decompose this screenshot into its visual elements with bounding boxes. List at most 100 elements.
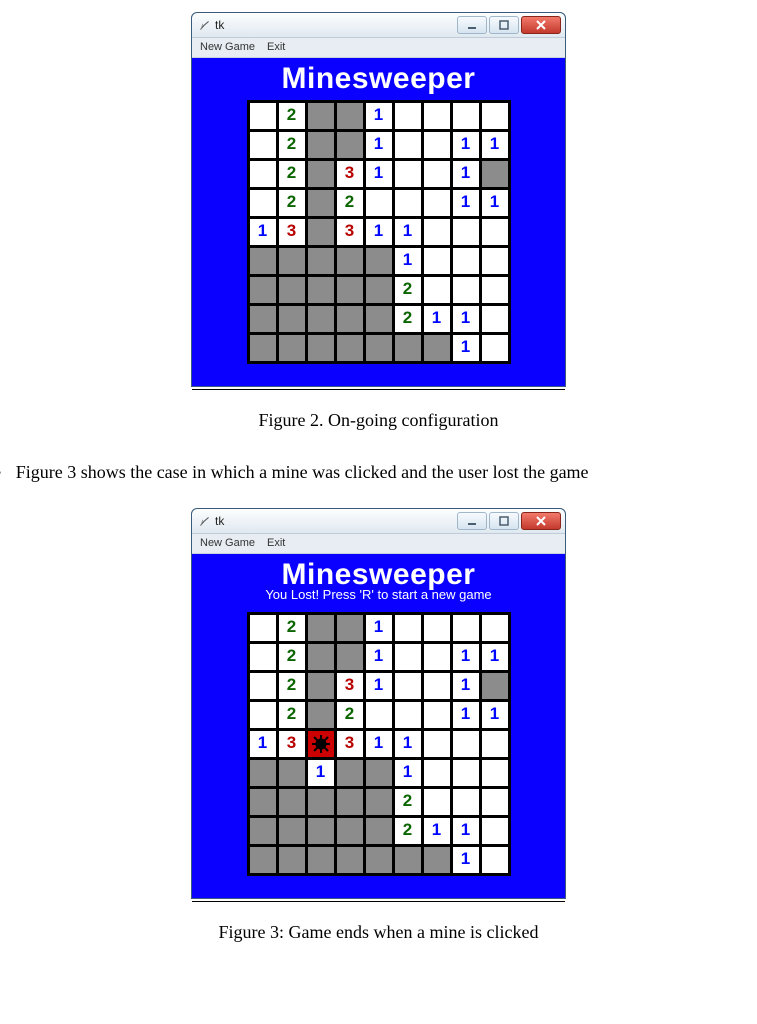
board-cell[interactable]: 3	[337, 731, 363, 757]
board-cell[interactable]	[250, 789, 276, 815]
board-cell[interactable]	[250, 702, 276, 728]
board-cell[interactable]	[250, 644, 276, 670]
board-cell[interactable]	[337, 644, 363, 670]
board-cell[interactable]	[482, 731, 508, 757]
board-cell[interactable]	[337, 306, 363, 332]
menu-new-game[interactable]: New Game	[200, 40, 255, 55]
board-cell[interactable]: 1	[395, 248, 421, 274]
board-cell[interactable]: 1	[453, 132, 479, 158]
board-cell[interactable]	[308, 644, 334, 670]
board-cell[interactable]	[250, 335, 276, 361]
board-cell[interactable]	[366, 248, 392, 274]
board-cell[interactable]: 1	[453, 335, 479, 361]
board-cell[interactable]	[279, 789, 305, 815]
minesweeper-board[interactable]: 2121112311221113311122111	[250, 103, 508, 361]
board-cell[interactable]: 2	[395, 306, 421, 332]
board-cell[interactable]: 1	[453, 673, 479, 699]
board-cell[interactable]	[482, 219, 508, 245]
board-cell[interactable]: 1	[482, 702, 508, 728]
board-cell[interactable]	[482, 335, 508, 361]
board-cell[interactable]: 3	[337, 219, 363, 245]
board-cell[interactable]: 3	[279, 731, 305, 757]
board-cell[interactable]	[337, 760, 363, 786]
board-cell[interactable]	[424, 673, 450, 699]
board-cell[interactable]	[308, 818, 334, 844]
board-cell[interactable]	[482, 161, 508, 187]
board-cell[interactable]	[308, 277, 334, 303]
board-cell[interactable]: 1	[366, 731, 392, 757]
board-cell[interactable]	[308, 673, 334, 699]
board-cell[interactable]	[424, 760, 450, 786]
board-cell[interactable]: 2	[279, 673, 305, 699]
board-cell[interactable]	[482, 760, 508, 786]
board-cell[interactable]: 1	[453, 161, 479, 187]
board-cell[interactable]	[337, 103, 363, 129]
board-cell[interactable]	[482, 306, 508, 332]
board-cell[interactable]: 1	[453, 190, 479, 216]
board-cell[interactable]	[366, 847, 392, 873]
board-cell[interactable]	[424, 190, 450, 216]
board-cell[interactable]	[250, 847, 276, 873]
board-cell[interactable]	[308, 847, 334, 873]
board-cell[interactable]	[308, 219, 334, 245]
board-cell[interactable]	[453, 760, 479, 786]
board-cell[interactable]	[308, 335, 334, 361]
board-cell[interactable]	[366, 277, 392, 303]
maximize-button[interactable]	[489, 16, 519, 34]
close-button[interactable]	[521, 16, 561, 34]
board-cell[interactable]	[482, 847, 508, 873]
board-cell[interactable]: 1	[453, 644, 479, 670]
board-cell[interactable]	[366, 760, 392, 786]
board-cell[interactable]	[366, 789, 392, 815]
mine-cell[interactable]	[308, 731, 334, 757]
board-cell[interactable]	[453, 103, 479, 129]
board-cell[interactable]: 1	[395, 760, 421, 786]
board-cell[interactable]	[424, 132, 450, 158]
board-cell[interactable]	[366, 306, 392, 332]
board-cell[interactable]	[337, 335, 363, 361]
board-cell[interactable]	[453, 615, 479, 641]
board-cell[interactable]	[482, 103, 508, 129]
board-cell[interactable]	[308, 789, 334, 815]
board-cell[interactable]	[424, 219, 450, 245]
board-cell[interactable]	[424, 789, 450, 815]
board-cell[interactable]: 2	[279, 103, 305, 129]
board-cell[interactable]	[424, 248, 450, 274]
board-cell[interactable]	[308, 190, 334, 216]
board-cell[interactable]	[250, 760, 276, 786]
board-cell[interactable]: 2	[279, 132, 305, 158]
board-cell[interactable]: 1	[395, 731, 421, 757]
board-cell[interactable]	[482, 248, 508, 274]
menu-exit[interactable]: Exit	[267, 40, 285, 55]
board-cell[interactable]: 3	[337, 673, 363, 699]
board-cell[interactable]: 1	[366, 161, 392, 187]
board-cell[interactable]	[250, 161, 276, 187]
board-cell[interactable]	[482, 789, 508, 815]
board-cell[interactable]	[337, 277, 363, 303]
menu-exit[interactable]: Exit	[267, 536, 285, 551]
board-cell[interactable]	[250, 306, 276, 332]
board-cell[interactable]	[395, 161, 421, 187]
board-cell[interactable]	[279, 306, 305, 332]
board-cell[interactable]: 2	[279, 644, 305, 670]
board-cell[interactable]: 3	[279, 219, 305, 245]
board-cell[interactable]	[337, 847, 363, 873]
board-cell[interactable]: 1	[366, 132, 392, 158]
board-cell[interactable]	[279, 760, 305, 786]
board-cell[interactable]: 1	[424, 818, 450, 844]
board-cell[interactable]	[424, 335, 450, 361]
board-cell[interactable]: 1	[366, 673, 392, 699]
board-cell[interactable]	[424, 847, 450, 873]
board-cell[interactable]: 1	[366, 103, 392, 129]
maximize-button[interactable]	[489, 512, 519, 530]
board-cell[interactable]	[308, 161, 334, 187]
board-cell[interactable]	[395, 103, 421, 129]
board-cell[interactable]: 1	[453, 306, 479, 332]
board-cell[interactable]	[424, 644, 450, 670]
board-cell[interactable]	[250, 673, 276, 699]
board-cell[interactable]: 2	[279, 615, 305, 641]
board-cell[interactable]	[424, 103, 450, 129]
board-cell[interactable]	[308, 103, 334, 129]
board-cell[interactable]	[453, 248, 479, 274]
board-cell[interactable]	[424, 161, 450, 187]
